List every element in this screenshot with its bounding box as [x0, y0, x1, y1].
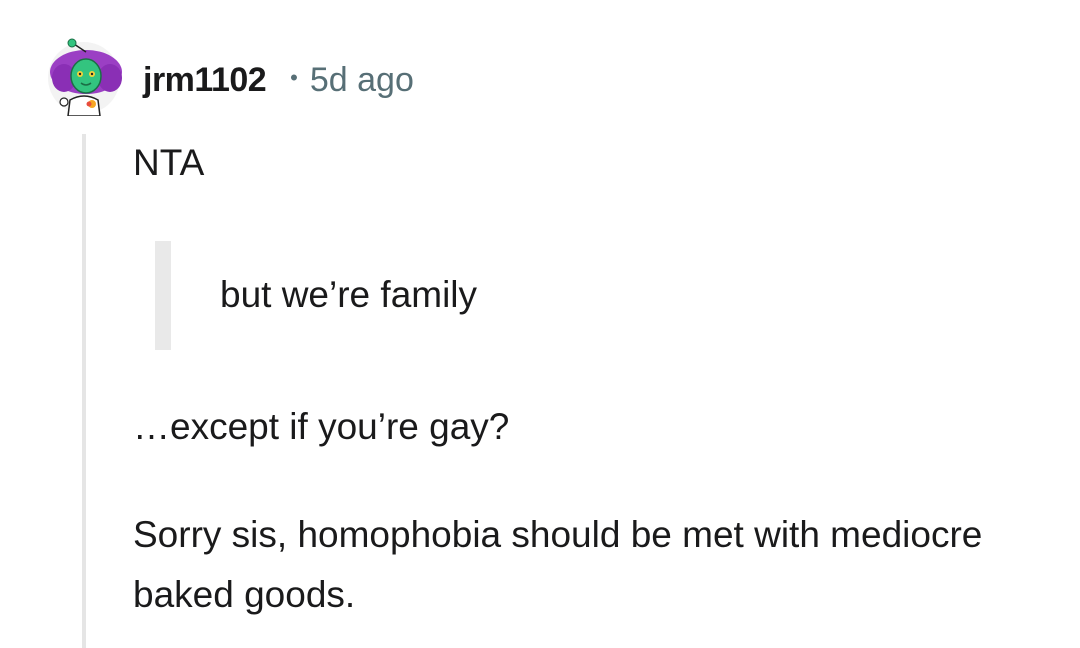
separator-dot: •: [290, 65, 298, 90]
timestamp[interactable]: 5d ago: [310, 61, 414, 100]
comment-header: jrm1102 • 5d ago: [143, 56, 414, 104]
user-avatar[interactable]: [44, 38, 128, 117]
comment-paragraph: Sorry sis, homophobia should be met with…: [133, 514, 983, 615]
blockquote: but we’re family: [155, 241, 655, 350]
snoo-avatar-icon: [48, 38, 122, 117]
quote-text: but we’re family: [220, 274, 478, 315]
username[interactable]: jrm1102: [143, 61, 267, 100]
comment-paragraph: NTA: [133, 142, 205, 183]
thread-line[interactable]: [82, 134, 86, 648]
comment: jrm1102 • 5d ago NTA but we’re family …e…: [0, 0, 1080, 648]
comment-paragraph: …except if you’re gay?: [133, 406, 510, 447]
quote-bar: [155, 241, 171, 350]
